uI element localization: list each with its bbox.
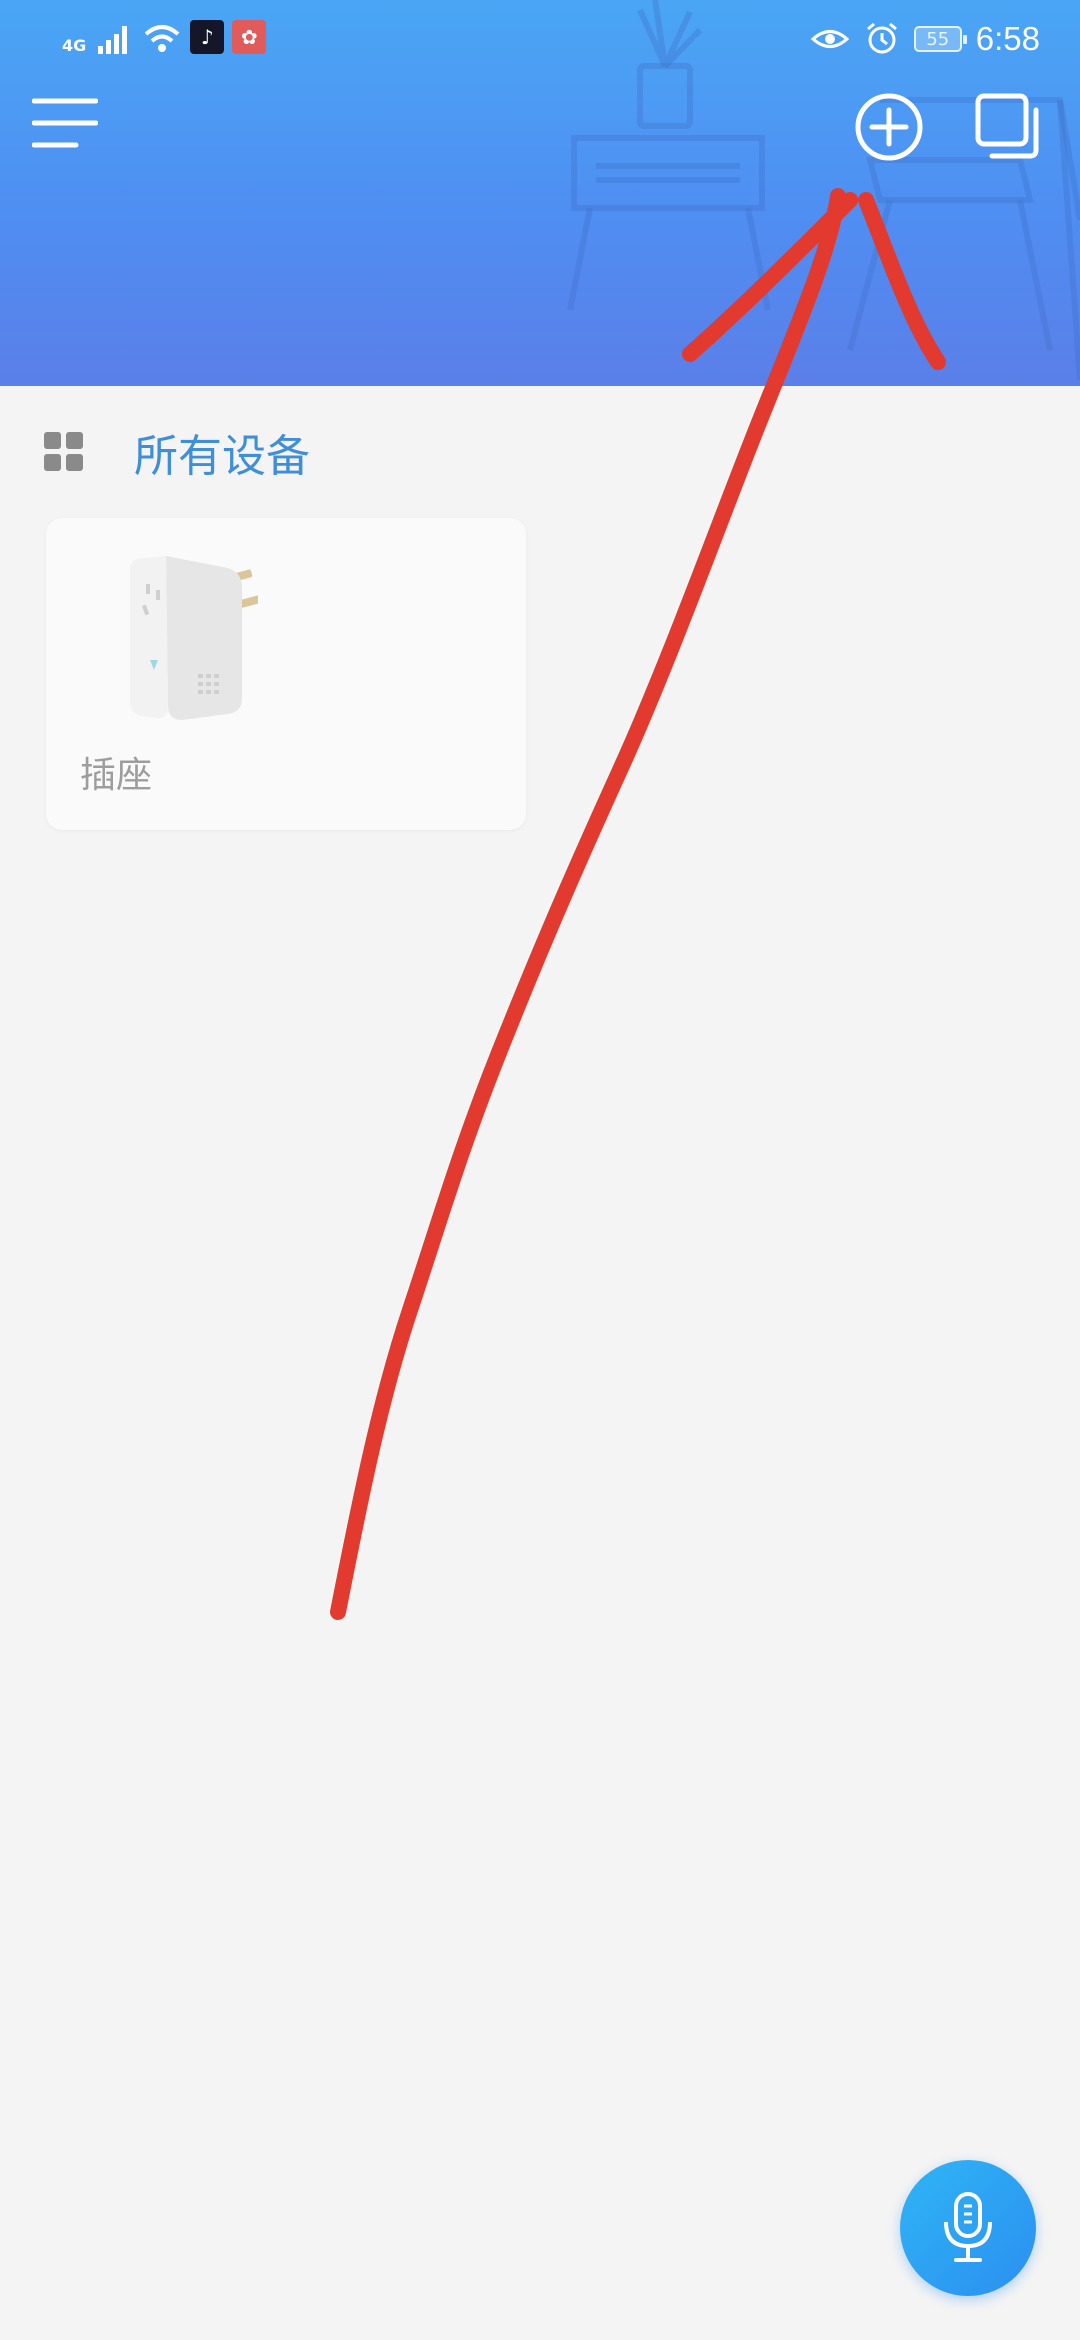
- add-device-button[interactable]: [854, 92, 924, 162]
- battery-level: 55: [926, 28, 950, 50]
- section-header: 所有设备: [44, 420, 310, 484]
- voice-button[interactable]: [900, 2160, 1036, 2296]
- network-type: 4G: [62, 36, 87, 55]
- microphone-icon: [944, 2192, 992, 2262]
- device-card[interactable]: 插座: [46, 518, 526, 830]
- wifi-icon: [144, 25, 180, 52]
- battery-indicator: 55: [913, 26, 967, 52]
- section-title: 所有设备: [134, 431, 310, 482]
- multi-window-icon: [975, 93, 1039, 159]
- alarm-icon: [866, 22, 897, 54]
- hamburger-menu-icon: [32, 98, 98, 148]
- smart-plug-image: [130, 556, 258, 720]
- signal-icon: [98, 26, 128, 54]
- status-bar: 4G ♪ ✿ 55 6:58: [0, 0, 1080, 80]
- header-banner: 4G ♪ ✿ 55 6:58: [0, 0, 1080, 386]
- eye-comfort-icon: [810, 30, 850, 48]
- grid-icon: [44, 432, 83, 471]
- clock-time: 6:58: [975, 20, 1040, 57]
- douyin-app-icon: ♪: [190, 20, 225, 54]
- device-name: 插座: [80, 755, 153, 796]
- huawei-app-icon: ✿: [232, 20, 267, 54]
- add-circle-icon: [855, 93, 923, 161]
- menu-button[interactable]: [32, 96, 98, 152]
- multi-window-button[interactable]: [974, 92, 1044, 162]
